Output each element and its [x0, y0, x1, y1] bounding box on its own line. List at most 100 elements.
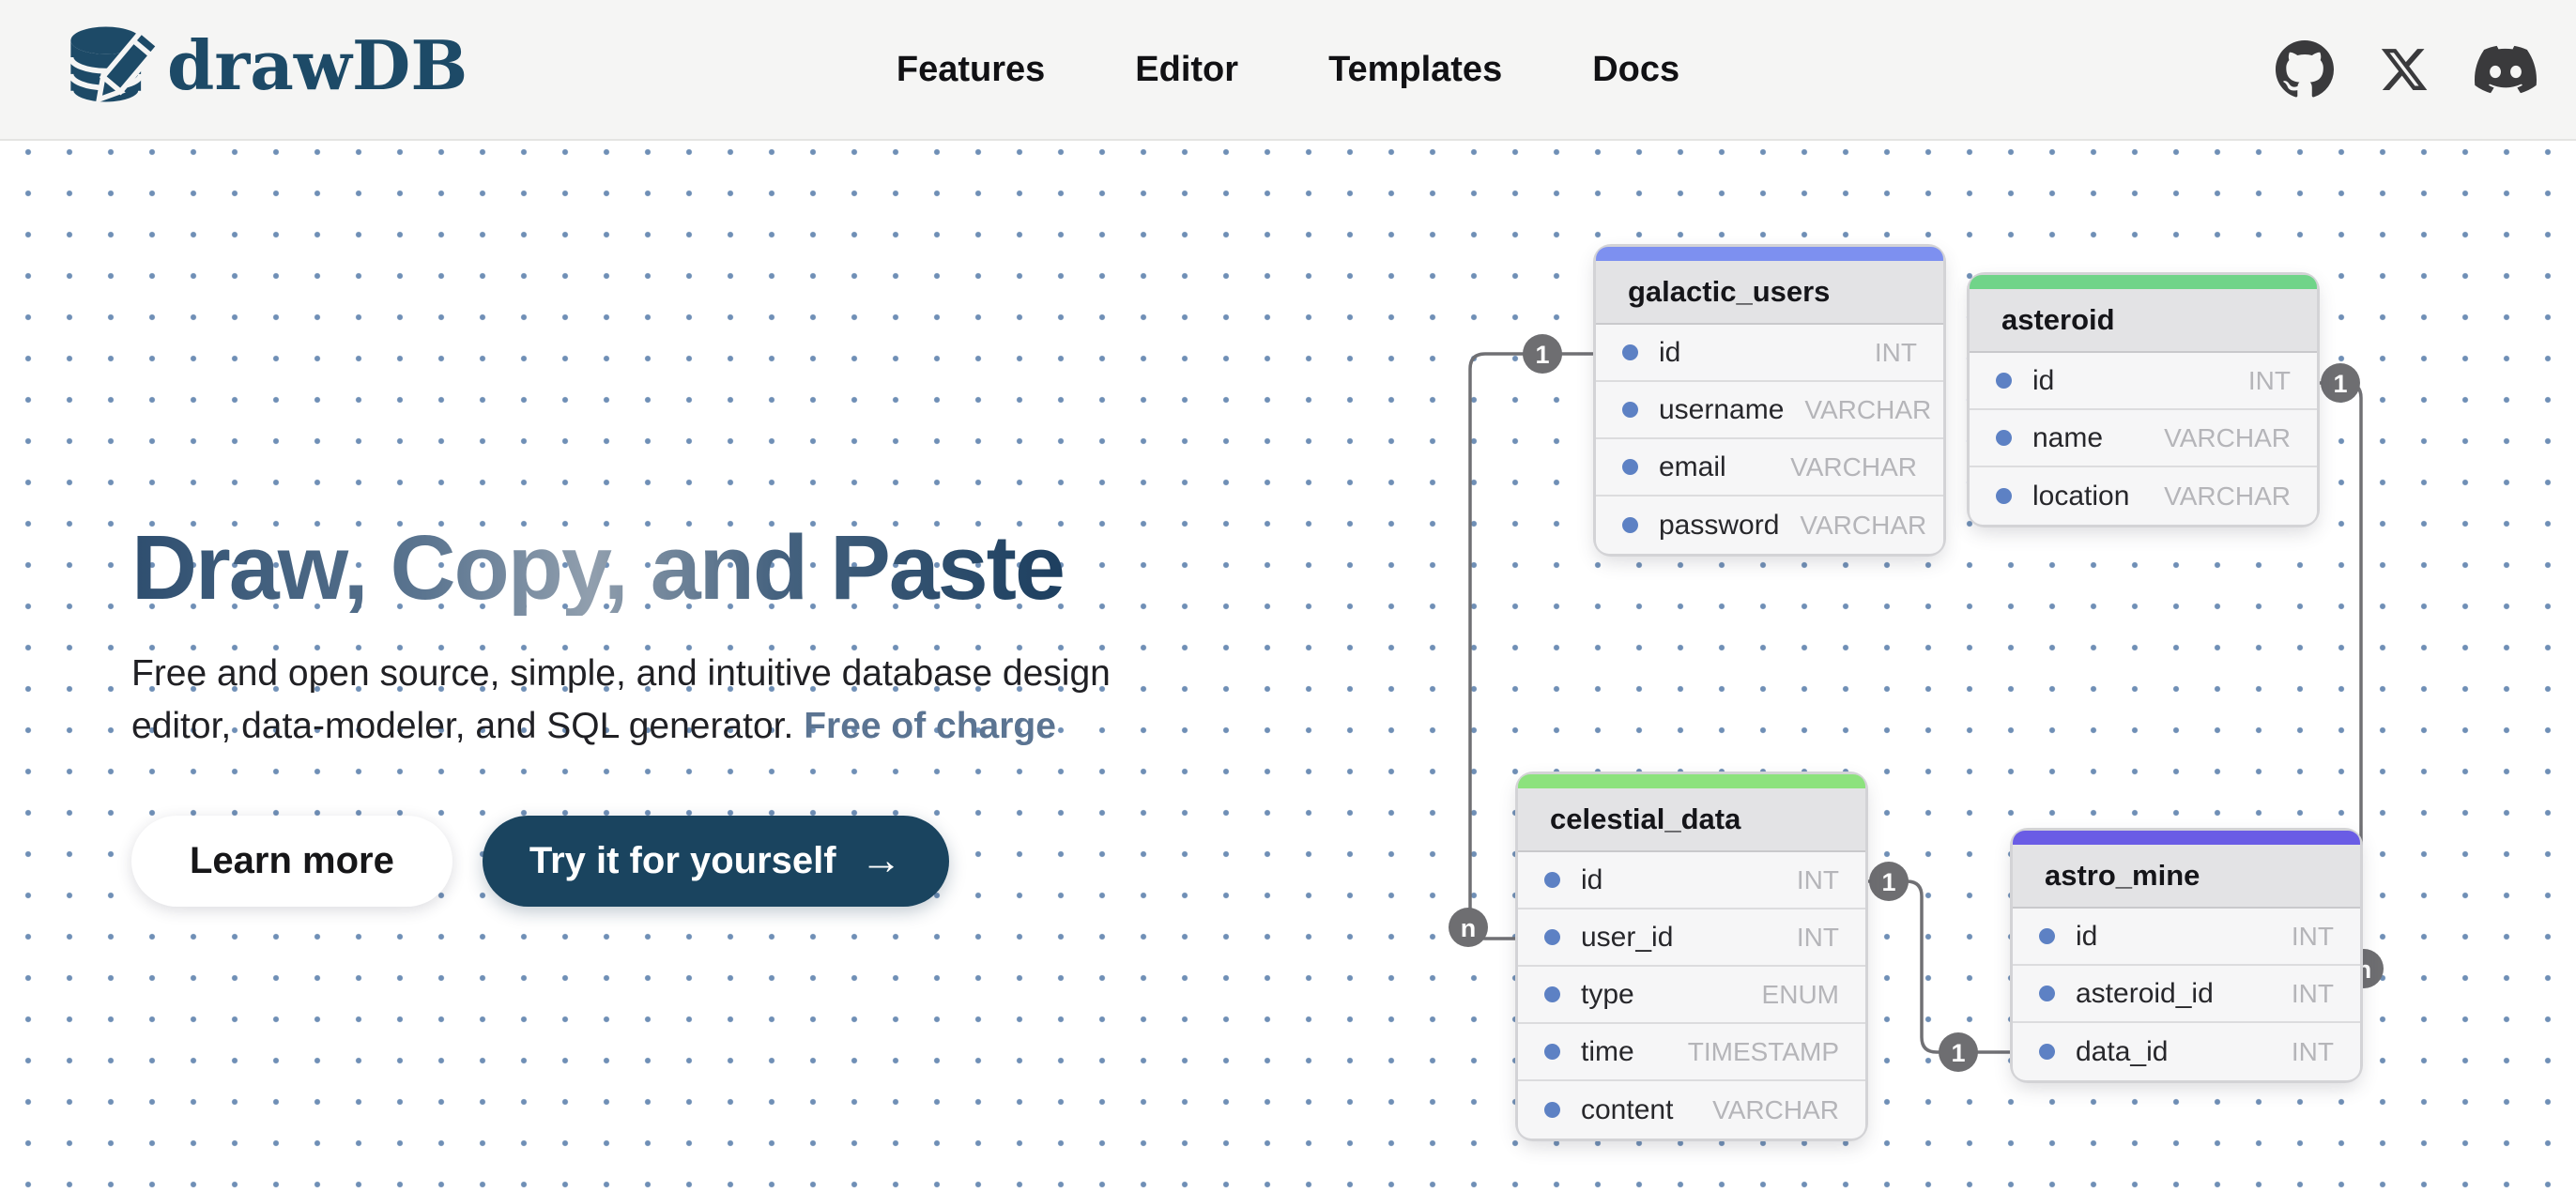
table-field-row[interactable]: email VARCHAR [1596, 439, 1943, 497]
table-field-row[interactable]: usernameVARCHAR [1596, 382, 1943, 439]
field-dot-icon [1996, 373, 2012, 389]
table-field-row[interactable]: id INT [2013, 909, 2360, 966]
field-dot-icon [1622, 459, 1638, 475]
arrow-right-icon: → [861, 840, 902, 881]
field-dot-icon [1544, 986, 1560, 1002]
table-name: celestial_data [1518, 788, 1865, 852]
table-field-row[interactable]: type ENUM [1518, 967, 1865, 1024]
hero-subtitle: Free and open source, simple, and intuit… [131, 648, 1111, 754]
field-type: INT [2292, 922, 2334, 952]
relationship-line[interactable] [1866, 881, 2014, 1052]
learn-more-label: Learn more [190, 840, 394, 882]
page-title: Draw, Copy, and Paste [131, 521, 1111, 616]
field-type: INT [1875, 338, 1917, 368]
field-dot-icon [2039, 986, 2055, 1001]
db-table-celestial_data[interactable]: celestial_dataid INT user_id INT type ENUM tim… [1518, 774, 1865, 1139]
svg-text:1: 1 [1951, 1039, 1965, 1067]
x-icon[interactable] [2379, 44, 2430, 95]
hero-subtitle-line2: editor, data-modeler, and SQL generator. [131, 706, 804, 746]
table-accent-strip [1970, 275, 2317, 289]
field-name: email [1659, 451, 1726, 483]
table-name: astro_mine [2013, 845, 2360, 909]
field-type: INT [2248, 366, 2291, 396]
field-name: name [2032, 422, 2103, 454]
field-type: INT [2292, 1037, 2334, 1067]
field-type: VARCHAR [2164, 481, 2291, 512]
try-it-button[interactable]: Try it for yourself → [483, 816, 949, 907]
svg-text:1: 1 [2333, 370, 2347, 398]
field-name: id [2032, 365, 2054, 397]
table-field-row[interactable]: passwordVARCHAR [1596, 497, 1943, 554]
hero-buttons: Learn more Try it for yourself → [131, 816, 1111, 907]
nav-links: Features Editor Templates Docs [897, 50, 1679, 90]
cardinality-badge: n [1449, 908, 1488, 947]
field-dot-icon [1544, 1102, 1560, 1118]
cardinality-badge: 1 [1869, 862, 1909, 901]
free-of-charge-label: Free of charge [804, 706, 1056, 746]
field-dot-icon [1996, 488, 2012, 504]
field-type: VARCHAR [2164, 423, 2291, 453]
field-type: INT [1797, 923, 1839, 953]
field-dot-icon [1622, 344, 1638, 360]
try-it-label: Try it for yourself [529, 840, 836, 882]
github-icon[interactable] [2276, 40, 2334, 99]
table-field-row[interactable]: data_id INT [2013, 1023, 2360, 1080]
table-field-row[interactable]: id INT [1970, 353, 2317, 410]
cardinality-badge: 1 [2321, 363, 2360, 403]
svg-text:1: 1 [1535, 341, 1549, 369]
field-name: id [2076, 921, 2097, 953]
db-table-astro_mine[interactable]: astro_mineid INT asteroid_id INT data_id INT [2013, 831, 2360, 1080]
field-name: user_id [1581, 922, 1673, 954]
field-type: ENUM [1762, 980, 1839, 1010]
field-name: time [1581, 1036, 1634, 1068]
brand-logo[interactable]: drawDB [60, 21, 468, 118]
table-field-row[interactable]: name VARCHAR [1970, 410, 2317, 467]
drawdb-logo-icon [60, 21, 158, 118]
table-accent-strip [2013, 831, 2360, 845]
table-field-row[interactable]: idINT [1596, 325, 1943, 382]
field-name: asteroid_id [2076, 978, 2214, 1010]
table-field-row[interactable]: time TIMESTAMP [1518, 1024, 1865, 1081]
field-dot-icon [1996, 430, 2012, 446]
field-dot-icon [2039, 928, 2055, 944]
brand-name: drawDB [167, 32, 468, 107]
nav-link-templates[interactable]: Templates [1328, 50, 1502, 90]
field-name: type [1581, 979, 1634, 1011]
table-name: asteroid [1970, 289, 2317, 353]
table-field-row[interactable]: content VARCHAR [1518, 1081, 1865, 1139]
field-type: INT [1797, 865, 1839, 895]
hero-section: Draw, Copy, and Paste Free and open sour… [131, 521, 1111, 907]
table-field-row[interactable]: id INT [1518, 852, 1865, 909]
learn-more-button[interactable]: Learn more [131, 816, 452, 907]
nav-social-icons [2276, 38, 2537, 100]
field-dot-icon [1544, 1044, 1560, 1060]
svg-text:n: n [1461, 914, 1477, 942]
field-name: content [1581, 1094, 1673, 1126]
discord-icon[interactable] [2475, 38, 2537, 100]
field-name: password [1659, 510, 1779, 542]
nav-link-features[interactable]: Features [897, 50, 1045, 90]
svg-text:1: 1 [1881, 868, 1895, 896]
field-type: VARCHAR [1712, 1095, 1839, 1125]
field-dot-icon [1622, 517, 1638, 533]
field-name: id [1581, 864, 1602, 896]
db-table-asteroid[interactable]: asteroididINTnameVARCHARlocationVARCHAR [1970, 275, 2317, 525]
db-table-galactic_users[interactable]: galactic_usersidINTusernameVARCHAR email V… [1596, 247, 1943, 554]
table-name: galactic_users [1596, 261, 1943, 325]
table-field-row[interactable]: user_id INT [1518, 909, 1865, 967]
table-field-row[interactable]: asteroid_id INT [2013, 966, 2360, 1023]
table-accent-strip [1596, 247, 1943, 261]
nav-link-editor[interactable]: Editor [1135, 50, 1238, 90]
table-accent-strip [1518, 774, 1865, 788]
field-type: INT [2292, 979, 2334, 1009]
field-type: VARCHAR [1804, 395, 1931, 425]
table-field-row[interactable]: locationVARCHAR [1970, 467, 2317, 525]
field-dot-icon [2039, 1044, 2055, 1060]
field-dot-icon [1622, 402, 1638, 418]
cardinality-badge: 1 [1939, 1032, 1978, 1072]
field-name: data_id [2076, 1036, 2168, 1068]
drawdb-landing-page: 1n111n galactic_usersidINTusernameVARCHA… [0, 0, 2576, 1192]
field-type: VARCHAR [1790, 452, 1917, 482]
field-type: TIMESTAMP [1688, 1037, 1839, 1067]
nav-link-docs[interactable]: Docs [1592, 50, 1679, 90]
